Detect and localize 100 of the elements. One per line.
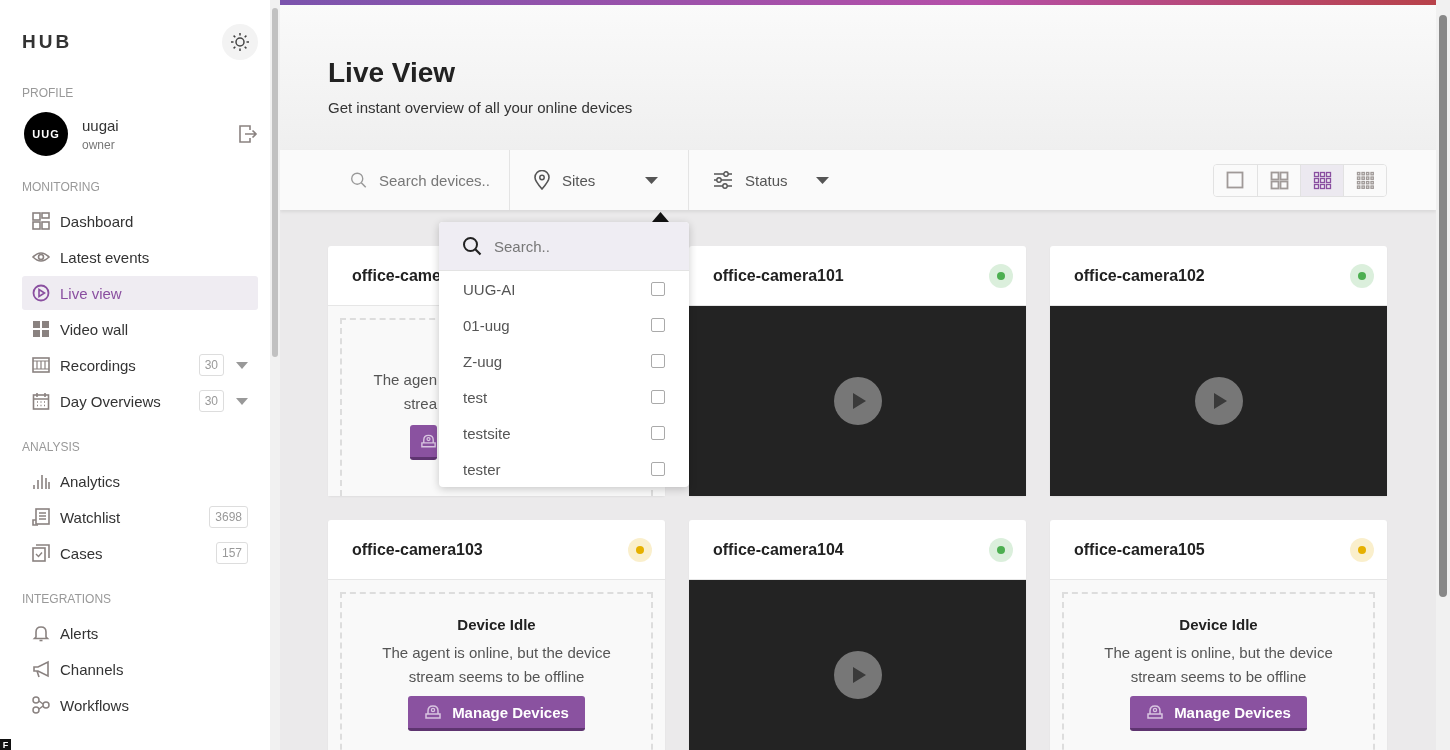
nav-label: Analytics [60,472,122,490]
play-button[interactable] [833,377,882,425]
calendar-icon [32,392,50,410]
sliders-icon [713,171,733,189]
camera-icon [1146,703,1165,721]
count-badge: 30 [198,354,224,376]
nav-label: Cases [60,544,104,562]
checkbox[interactable] [651,462,665,476]
nav-item[interactable]: Alerts [22,616,258,650]
section-heading: ANALYSIS [22,440,81,454]
caret-icon [816,176,829,184]
idle-message: The agent is online, but the device [382,643,611,663]
corner-badge: F [0,739,11,750]
checkbox[interactable] [651,426,665,440]
nav-item[interactable]: Analytics [22,464,258,498]
idle-heading: Device Idle [1179,616,1258,633]
checkbox[interactable] [651,390,665,404]
manage-devices-button[interactable] [410,425,437,460]
manage-devices-button[interactable]: Manage Devices [1130,696,1307,731]
theme-toggle[interactable] [222,24,258,60]
site-option[interactable]: tester [439,451,689,487]
camera-name: office-camera105 [1074,540,1206,559]
nav-item[interactable]: Dashboard [22,204,258,238]
play-button[interactable] [833,651,882,699]
nav-label: Channels [60,660,125,678]
sites-dropdown[interactable]: Sites [509,150,689,210]
film-icon [32,356,50,374]
camera-name: office-camera101 [713,266,845,285]
logo: HUB [22,31,73,53]
scrollbar[interactable] [1439,15,1447,597]
nav-item[interactable]: Day Overviews 30 [22,384,258,418]
sun-icon [230,32,250,52]
device-search-field[interactable]: Search devices.. [379,171,509,189]
avatar: UUG [24,112,68,156]
nav-item[interactable]: Channels [22,652,258,686]
logout-icon[interactable] [238,124,258,144]
site-option[interactable]: 01-uug [439,307,689,343]
play-icon [32,284,50,302]
status-dropdown[interactable]: Status [689,150,847,210]
bar-chart-icon [32,472,50,490]
camera-name: office-camera104 [713,540,845,559]
checkbox[interactable] [651,318,665,332]
nav-item[interactable]: Cases 157 [22,536,258,570]
nav-item[interactable]: Workflows [22,688,258,722]
nav-label: Workflows [60,696,130,714]
camera-icon [420,432,437,450]
checkbox[interactable] [651,282,665,296]
nav-label: Watchlist [60,508,122,526]
page-title: Live View [328,56,457,90]
section-heading: PROFILE [22,86,75,100]
site-option[interactable]: UUG-AI [439,271,689,307]
search-icon [462,236,482,256]
grid-layout-icon [1312,170,1332,190]
caret-icon [645,176,658,184]
section-heading: INTEGRATIONS [22,592,113,606]
camera-name: office-camera103 [352,540,484,559]
count-badge: 30 [198,390,224,412]
megaphone-icon [32,660,50,678]
dropdown-pointer [652,212,669,222]
caret-icon[interactable] [236,397,248,405]
site-option[interactable]: testsite [439,415,689,451]
caret-icon[interactable] [236,361,248,369]
nav-label: Alerts [60,624,100,642]
manage-devices-button[interactable]: Manage Devices [408,696,585,731]
grid-layout-icon [1226,170,1245,190]
tiles-icon [32,320,50,338]
idle-message: The agent is online, but the device [1104,643,1333,663]
idle-message: stream seems to be offline [1130,667,1307,687]
nav-item[interactable]: Live view [22,276,258,310]
nav-item[interactable]: Latest events [22,240,258,274]
nav-item[interactable]: Watchlist 3698 [22,500,258,534]
grid-layout-icon [1355,170,1375,190]
nav-label: Latest events [60,248,151,266]
nav-item[interactable]: Video wall [22,312,258,346]
user-name: uugai [82,116,120,134]
nav-label: Live view [60,284,123,302]
count-badge: 3698 [209,506,248,528]
site-option[interactable]: test [439,379,689,415]
idle-message: stream seems to be offline [408,667,585,687]
nav-label: Video wall [60,320,130,338]
nav-label: Day Overviews [60,392,162,410]
camera-name: office-came [352,266,442,285]
idle-message: strea [403,394,437,414]
checkbox[interactable] [651,354,665,368]
layout-toggle[interactable] [1300,164,1343,196]
grid-layout-icon [1269,170,1289,190]
nav-item[interactable]: Recordings 30 [22,348,258,382]
grid-icon [32,212,50,230]
checkbox-icon [32,544,50,562]
section-heading: MONITORING [22,180,101,194]
site-option[interactable]: Z-uug [439,343,689,379]
page-subtitle: Get instant overview of all your online devices [328,99,634,116]
nav-label: Dashboard [60,212,135,230]
document-icon [32,508,50,526]
play-button[interactable] [1194,377,1243,425]
camera-name: office-camera102 [1074,266,1206,285]
nodes-icon [32,696,50,714]
layout-toggle[interactable] [1343,164,1386,196]
count-badge: 157 [215,542,248,564]
scrollbar[interactable] [272,8,278,357]
